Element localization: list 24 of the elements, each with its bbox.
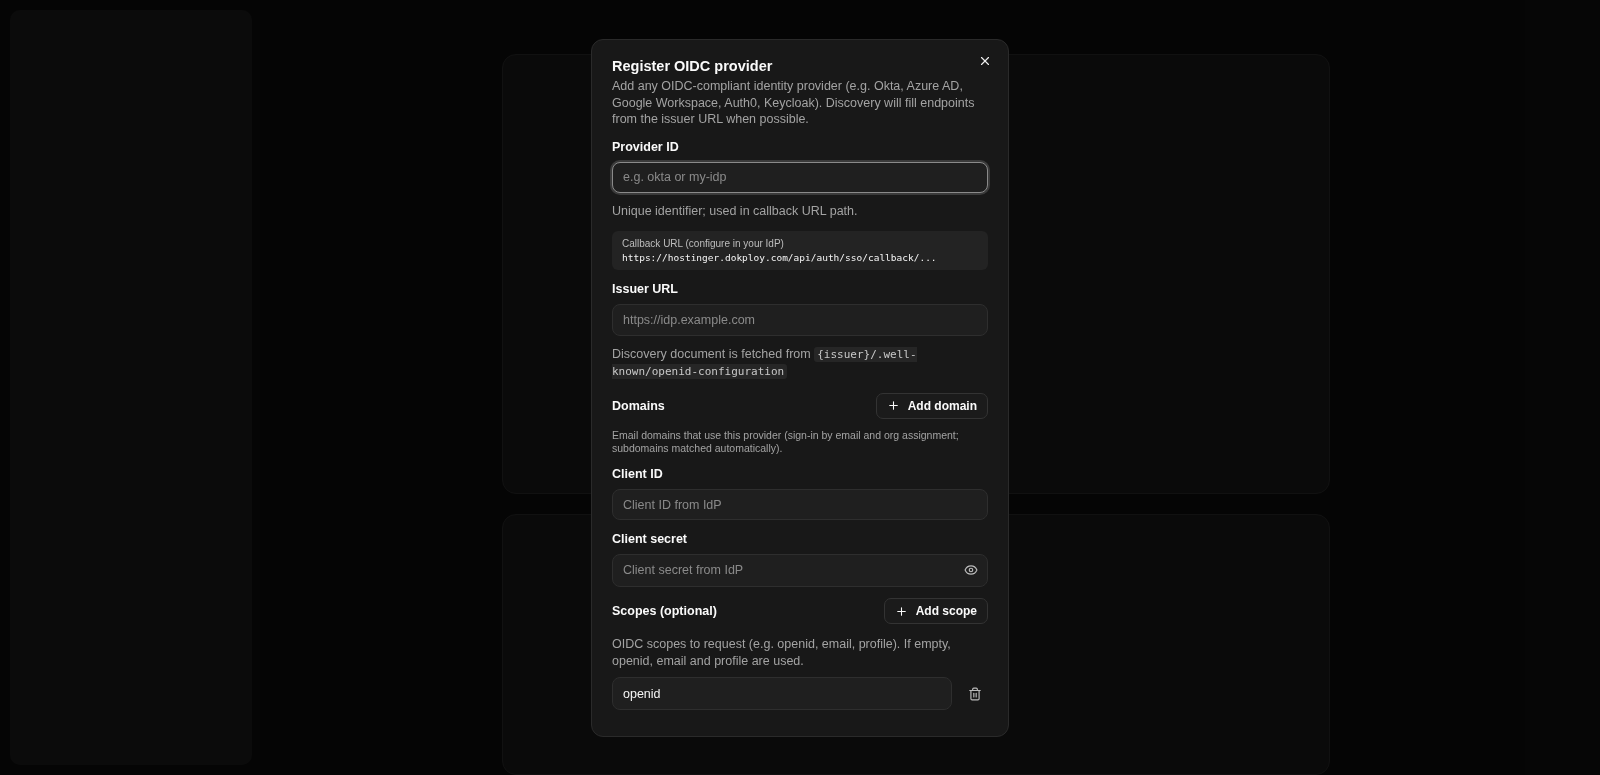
field-label: Client ID (612, 466, 664, 481)
add-domain-button[interactable]: Add domain (875, 392, 988, 419)
add-scope-button[interactable]: Add scope (883, 598, 988, 624)
input-field[interactable]: Client secret from IdP (612, 553, 988, 587)
field-label: Domains (612, 398, 665, 413)
field-label: Provider ID (612, 139, 680, 154)
input-field[interactable]: openid (612, 677, 952, 710)
callback-label: Callback URL (configure in your IdP) (622, 238, 785, 250)
field-hint: Discovery document is fetched from {issuer}/.well-known/openid-configuration (612, 345, 918, 381)
input-field[interactable]: e.g. okta or my-idp (612, 161, 988, 193)
field-label: Client secret (612, 531, 689, 546)
plus-icon (894, 604, 908, 618)
input-field[interactable]: Client ID from IdP (612, 488, 988, 521)
plus-icon (886, 399, 900, 413)
callback-url: https://hostinger.dokploy.com/api/auth/sso/callback/... (622, 252, 938, 264)
input-field[interactable]: https://idp.example.com (612, 304, 988, 336)
eye-icon[interactable] (964, 563, 978, 578)
dialog-description: Add any OIDC-compliant identity provider (e.g. Okta, Azure AD, Google Workspace, Auth0, Keycloak). Discovery will fill endpoints from the issuer URL when possible. (612, 78, 976, 128)
dialog-title: Register OIDC provider (612, 58, 774, 74)
field-hint: OIDC scopes to request (e.g. openid, email, profile). If empty, openid, email and profile are used. (612, 636, 952, 669)
field-hint: Unique identifier; used in callback URL path. (612, 202, 859, 220)
field-label: Issuer URL (612, 282, 679, 297)
field-label: Scopes (optional) (612, 604, 717, 618)
field-hint: Email domains that use this provider (sign-in by email and org assignment; subdomains matched automatically). (612, 428, 960, 455)
